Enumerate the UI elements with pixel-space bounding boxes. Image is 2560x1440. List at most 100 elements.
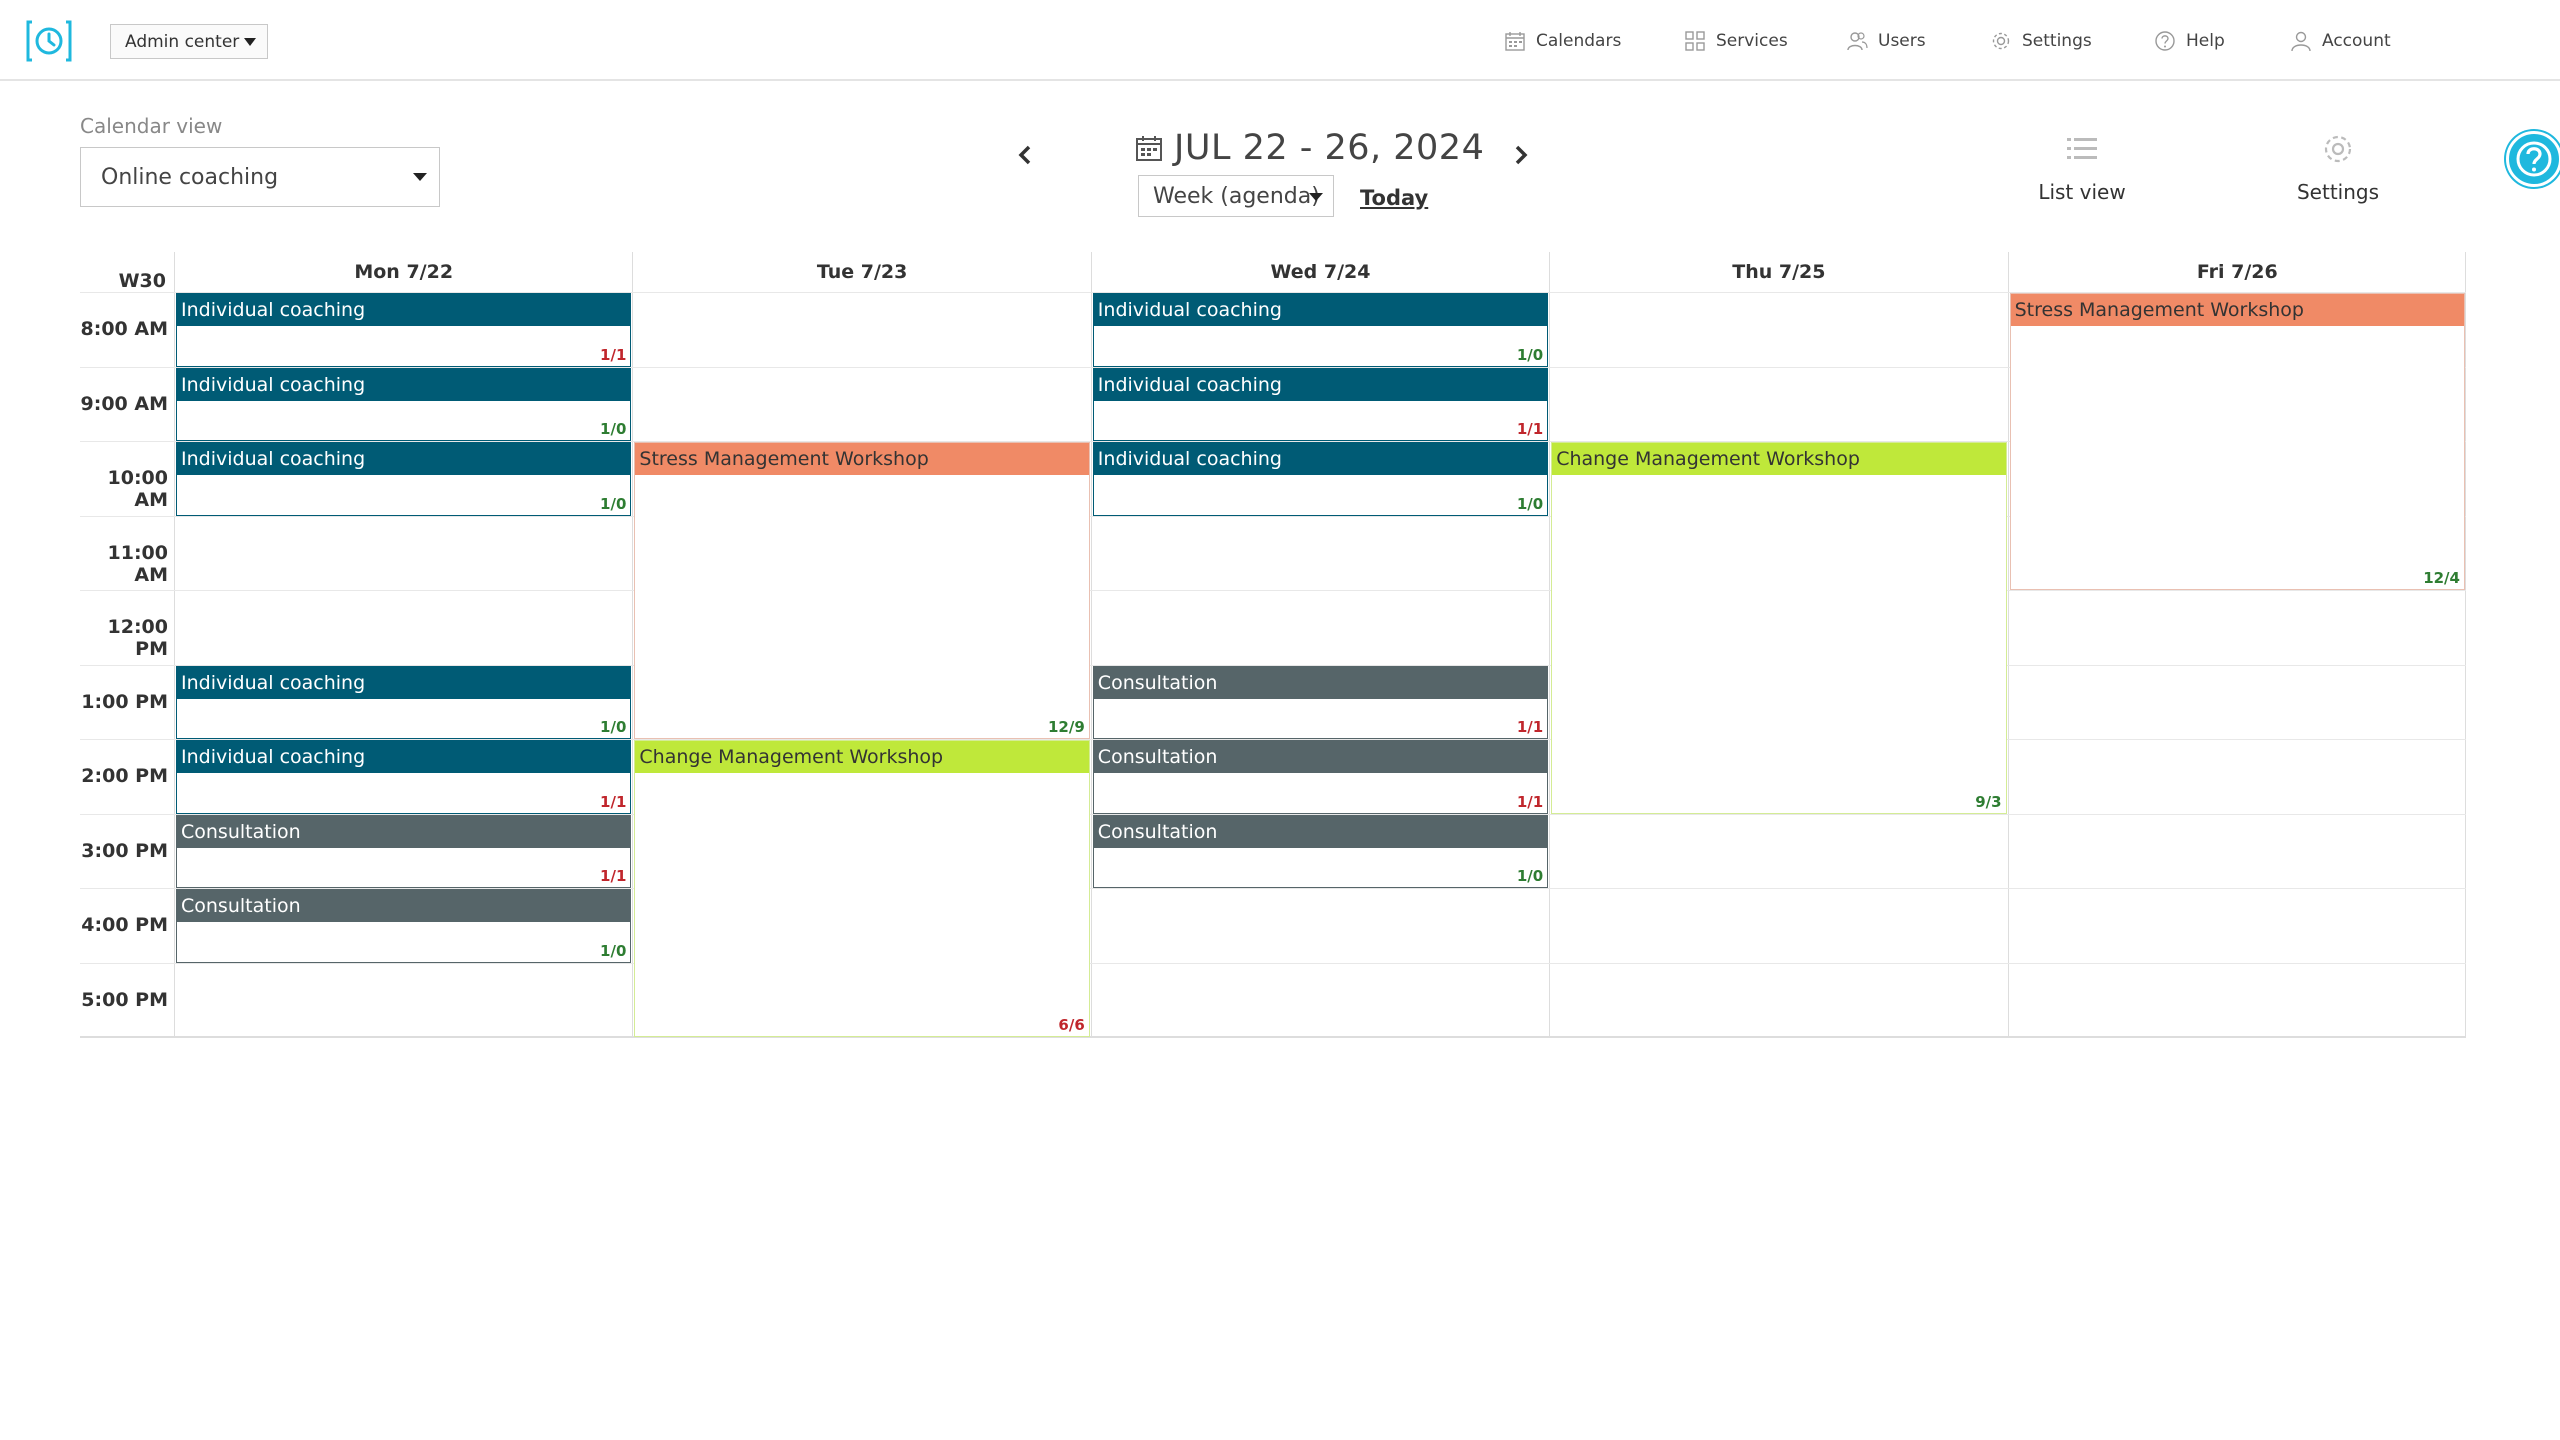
- grid-icon: [1685, 30, 1705, 51]
- event-title: Consultation: [177, 890, 631, 922]
- event-capacity-count: 12/4: [2423, 569, 2460, 587]
- nav-help[interactable]: Help: [2154, 0, 2225, 81]
- help-icon: [2155, 30, 2175, 51]
- day-header[interactable]: Thu 7/25: [1549, 252, 2007, 292]
- view-mode-select[interactable]: Week (agenda): [1138, 175, 1334, 217]
- event-title: Individual coaching: [1093, 368, 1548, 401]
- nav-account-label: Account: [2322, 30, 2391, 51]
- calendar-event[interactable]: Consultation 1/1: [176, 814, 632, 888]
- nav-calendars-label: Calendars: [1536, 30, 1622, 51]
- app-logo-icon[interactable]: [26, 18, 72, 64]
- event-capacity-count: 1/1: [1516, 420, 1544, 438]
- calendar-settings-button[interactable]: Settings: [2268, 132, 2408, 204]
- event-title: Individual coaching: [177, 443, 631, 475]
- time-label: 10:00 AM: [107, 467, 168, 511]
- time-label: 8:00 AM: [80, 318, 169, 340]
- event-title: Consultation: [177, 815, 631, 848]
- calendar-event[interactable]: Change Management Workshop 6/6: [634, 740, 1090, 1037]
- event-capacity-count: 1/1: [1516, 718, 1544, 736]
- nav-help-label: Help: [2186, 30, 2225, 51]
- calendar-view-select[interactable]: Online coaching: [80, 147, 440, 207]
- event-title: Individual coaching: [177, 666, 631, 699]
- hour-gridline: [80, 590, 2466, 591]
- chevron-left-icon: [1018, 145, 1031, 165]
- calendar-event[interactable]: Stress Management Workshop 12/9: [634, 442, 1090, 739]
- event-capacity-count: 6/6: [1058, 1016, 1085, 1034]
- calendar-event[interactable]: Individual coaching 1/1: [176, 293, 632, 367]
- time-label: 12:00 PM: [107, 616, 168, 660]
- admin-center-dropdown[interactable]: Admin center: [110, 24, 268, 59]
- time-label: 3:00 PM: [81, 839, 168, 862]
- calendar-event[interactable]: Consultation 1/1: [1092, 665, 1549, 739]
- time-label: 4:00 PM: [81, 914, 168, 936]
- event-capacity-count: 9/3: [1975, 792, 2002, 811]
- calendar-event[interactable]: Individual coaching 1/0: [1092, 293, 1549, 367]
- calendar-view-label: Calendar view: [80, 114, 223, 138]
- nav-account[interactable]: Account: [2290, 0, 2391, 81]
- event-title: Consultation: [1093, 815, 1548, 848]
- nav-services[interactable]: Services: [1684, 0, 1788, 81]
- day-header[interactable]: Wed 7/24: [1090, 252, 1549, 292]
- previous-week-button[interactable]: [1010, 140, 1040, 170]
- event-capacity-count: 1/1: [600, 792, 627, 811]
- nav-settings[interactable]: Settings: [1990, 0, 2092, 81]
- calendar-event[interactable]: Individual coaching 1/0: [176, 665, 632, 739]
- nav-users[interactable]: Users: [1846, 0, 1926, 81]
- list-view-label: List view: [2038, 180, 2126, 204]
- date-range-text: JUL 22 - 26, 2024: [1174, 128, 1485, 168]
- users-icon: [1847, 31, 1868, 50]
- nav-users-label: Users: [1878, 30, 1926, 51]
- calendar-event[interactable]: Consultation 1/0: [176, 889, 632, 963]
- calendar-event[interactable]: Stress Management Workshop 12/4: [2009, 293, 2465, 590]
- day-header[interactable]: Fri 7/26: [2007, 252, 2466, 292]
- event-capacity-count: 1/0: [600, 941, 627, 960]
- date-range-display[interactable]: JUL 22 - 26, 2024: [1134, 128, 1484, 168]
- list-view-button[interactable]: List view: [2012, 132, 2152, 204]
- event-capacity-count: 12/9: [1047, 718, 1085, 736]
- event-capacity-count: 1/0: [1516, 345, 1544, 364]
- calendar-event[interactable]: Consultation 1/0: [1092, 814, 1549, 888]
- help-bubble-button[interactable]: [2506, 131, 2560, 187]
- event-title: Stress Management Workshop: [635, 443, 1089, 475]
- day-header[interactable]: Tue 7/23: [632, 252, 1090, 292]
- view-mode-value: Week (agenda): [1153, 183, 1320, 209]
- event-capacity-count: 1/0: [600, 718, 627, 736]
- time-label: 1:00 PM: [81, 690, 168, 713]
- nav-calendars[interactable]: Calendars: [1504, 0, 1621, 81]
- caret-down-icon: [244, 38, 256, 46]
- account-icon: [2291, 31, 2311, 51]
- time-label: 11:00 AM: [107, 541, 168, 586]
- next-week-button[interactable]: [1506, 140, 1536, 170]
- day-header[interactable]: Mon 7/22: [174, 252, 632, 292]
- today-link[interactable]: Today: [1360, 186, 1428, 210]
- calendar-event[interactable]: Individual coaching 1/1: [1092, 367, 1549, 441]
- chevron-right-icon: [1515, 145, 1528, 165]
- hour-gridline: [80, 1036, 2466, 1038]
- event-title: Stress Management Workshop: [2010, 294, 2464, 326]
- admin-center-label: Admin center: [125, 31, 240, 52]
- calendar-icon: [1136, 136, 1162, 161]
- event-title: Individual coaching: [177, 741, 631, 773]
- nav-services-label: Services: [1716, 30, 1788, 51]
- nav-settings-label: Settings: [2022, 30, 2092, 51]
- calendar-event[interactable]: Individual coaching 1/0: [176, 367, 632, 441]
- calendar-icon: [1505, 31, 1525, 51]
- calendar-event[interactable]: Individual coaching 1/1: [176, 740, 632, 814]
- event-capacity-count: 1/0: [600, 420, 627, 438]
- event-capacity-count: 1/0: [600, 494, 627, 513]
- list-icon: [2067, 138, 2097, 159]
- help-icon: [2516, 141, 2552, 177]
- day-column-divider: [2465, 252, 2466, 1037]
- event-capacity-count: 1/1: [600, 867, 627, 885]
- event-title: Individual coaching: [1093, 443, 1548, 475]
- calendar-event[interactable]: Change Management Workshop 9/3: [1551, 442, 2007, 814]
- gear-icon: [1992, 32, 2010, 49]
- caret-down-icon: [1309, 193, 1323, 201]
- event-title: Individual coaching: [177, 294, 631, 326]
- calendar-event[interactable]: Individual coaching 1/0: [1092, 442, 1549, 516]
- gear-icon: [2324, 135, 2352, 163]
- time-label: 2:00 PM: [81, 765, 168, 787]
- calendar-event[interactable]: Consultation 1/1: [1092, 740, 1549, 814]
- calendar-event[interactable]: Individual coaching 1/0: [176, 442, 632, 516]
- hour-gridline: [80, 962, 2466, 964]
